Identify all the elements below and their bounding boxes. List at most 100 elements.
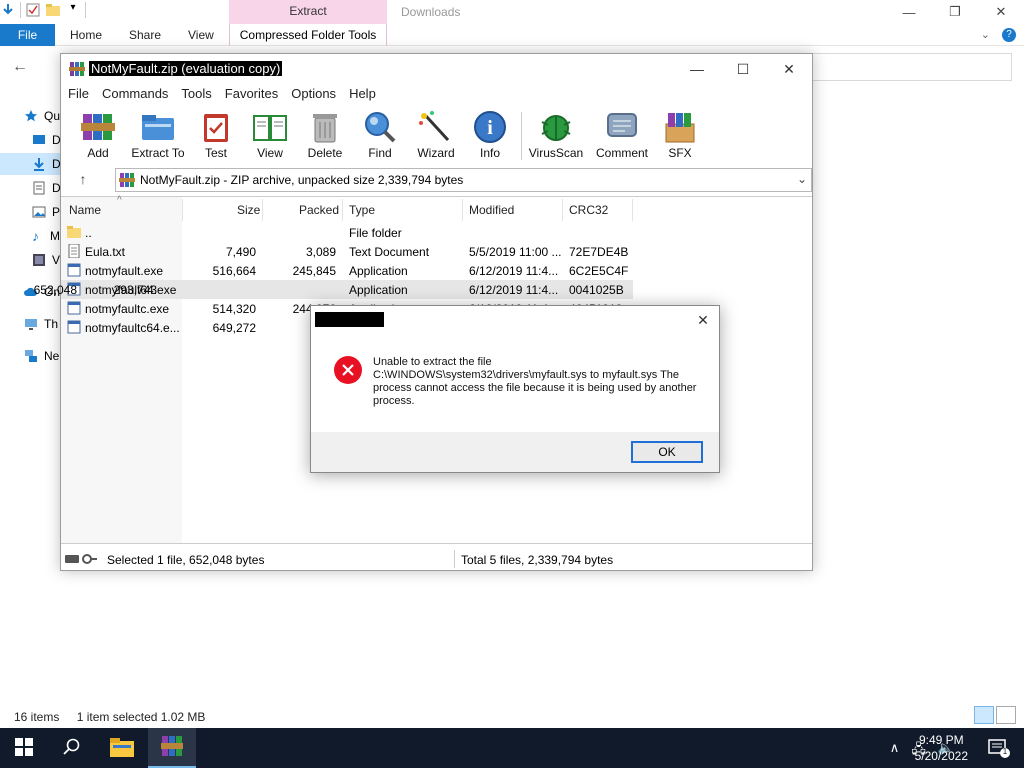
document-icon <box>32 181 46 195</box>
svg-text:i: i <box>487 117 493 139</box>
nav-item-music[interactable]: ♪ M <box>0 225 60 247</box>
file-explorer-icon <box>110 737 134 760</box>
table-row[interactable]: .. File folder <box>61 223 812 242</box>
menu-file[interactable]: File <box>61 84 95 104</box>
table-row[interactable]: notmyfault64.exe 652,048 293,743 Applicatio… <box>34 280 633 299</box>
find-button[interactable]: Find <box>351 106 409 164</box>
column-header-crc32[interactable]: CRC32 <box>569 203 608 217</box>
info-button[interactable]: i Info <box>461 106 519 164</box>
menu-favorites[interactable]: Favorites <box>218 84 284 104</box>
quick-access-toolbar: ▾ <box>0 2 86 18</box>
nav-item-quick-access[interactable]: Qu <box>0 105 60 127</box>
maximize-icon[interactable]: ☐ <box>720 54 766 84</box>
magnifier-icon <box>362 110 398 144</box>
chevron-down-icon[interactable]: ⌄ <box>797 172 807 186</box>
dialog-title-redacted <box>315 312 384 327</box>
nav-item-videos[interactable]: V <box>0 249 60 271</box>
extract-to-button[interactable]: Extract To <box>129 106 187 164</box>
column-header-size[interactable]: Size <box>237 203 260 217</box>
winrar-archive-icon <box>119 172 135 188</box>
expand-ribbon-icon[interactable]: ⌄ <box>981 28 990 42</box>
column-header-packed[interactable]: Packed <box>299 203 339 217</box>
tab-view[interactable]: View <box>188 28 214 42</box>
properties-icon[interactable] <box>25 2 41 18</box>
star-icon <box>24 109 38 123</box>
tab-share[interactable]: Share <box>129 28 161 42</box>
menu-options[interactable]: Options <box>284 84 342 104</box>
menu-commands[interactable]: Commands <box>95 84 174 104</box>
help-icon[interactable]: ? <box>1002 28 1016 42</box>
details-view-icon[interactable] <box>974 706 994 724</box>
file-modified: 6/12/2019 11:4... <box>469 283 559 297</box>
taskbar-winrar[interactable] <box>148 728 196 768</box>
menu-tools[interactable]: Tools <box>174 84 217 104</box>
close-icon[interactable]: ✕ <box>978 0 1024 24</box>
customize-dropdown-icon[interactable]: ▾ <box>65 2 81 18</box>
notification-count: 1 <box>1002 747 1008 756</box>
total-status: Total 5 files, 2,339,794 bytes <box>461 553 614 567</box>
column-header-type[interactable]: Type <box>349 203 375 217</box>
column-header-modified[interactable]: Modified <box>469 203 514 217</box>
close-icon[interactable]: ✕ <box>766 54 812 84</box>
nav-item-network[interactable]: Ne <box>0 345 60 367</box>
nav-item-documents[interactable]: D <box>0 177 61 199</box>
maximize-icon[interactable]: ❐ <box>932 0 978 24</box>
exe-file-icon <box>67 301 81 315</box>
search-button[interactable] <box>48 728 96 768</box>
virusscan-button[interactable]: VirusScan <box>527 106 585 164</box>
taskbar-clock[interactable]: 9:49 PM 5/20/2022 <box>915 732 968 764</box>
taskbar-file-explorer[interactable] <box>98 728 146 768</box>
nav-item-this-pc[interactable]: Th <box>0 313 60 335</box>
tab-home[interactable]: Home <box>70 28 102 42</box>
archive-path-text: NotMyFault.zip - ZIP archive, unpacked s… <box>140 173 464 187</box>
computer-icon <box>24 317 38 331</box>
file-modified: 6/12/2019 11:4... <box>469 264 559 278</box>
start-button[interactable] <box>0 728 48 768</box>
back-arrow-icon[interactable]: ← <box>12 58 28 76</box>
nav-item-desktop[interactable]: D <box>0 129 61 151</box>
file-list-header: Name ^ Size Packed Type Modified CRC32 <box>61 195 812 223</box>
table-row[interactable]: Eula.txt 7,490 3,089 Text Document 5/5/2019 … <box>61 242 812 261</box>
minimize-icon[interactable]: — <box>674 54 720 84</box>
tab-compressed-folder-tools[interactable]: Compressed Folder Tools <box>229 24 387 46</box>
notification-center-button[interactable]: 1 <box>988 738 1010 758</box>
network-icon <box>24 349 38 363</box>
up-arrow-icon[interactable]: ↑ <box>71 171 95 189</box>
tab-file[interactable]: File <box>0 24 55 46</box>
file-type: Application <box>349 283 408 297</box>
large-icons-view-icon[interactable] <box>996 706 1016 724</box>
dialog-footer: OK <box>311 432 719 472</box>
navigation-pane: Qu D D D P ♪ M V On Th Ne <box>0 100 61 700</box>
view-button[interactable]: View <box>241 106 299 164</box>
new-folder-icon[interactable] <box>45 2 61 18</box>
ok-button[interactable]: OK <box>631 441 703 463</box>
winrar-title-bar: NotMyFault.zip (evaluation copy) — ☐ ✕ <box>61 54 812 84</box>
nav-item-pictures[interactable]: P <box>0 201 60 223</box>
winrar-menu-bar: File Commands Tools Favorites Options He… <box>61 84 812 104</box>
file-type: Application <box>349 264 408 278</box>
close-icon[interactable]: ✕ <box>687 306 719 334</box>
sfx-button[interactable]: SFX <box>651 106 709 164</box>
comment-button[interactable]: Comment <box>591 106 653 164</box>
file-name: notmyfault.exe <box>85 264 164 278</box>
file-size: 652,048 <box>33 283 77 297</box>
chevron-up-icon[interactable]: ∧ <box>890 740 900 762</box>
delete-button[interactable]: Delete <box>296 106 354 164</box>
table-row[interactable]: notmyfault.exe 516,664 245,845 Application 6… <box>61 261 812 280</box>
archive-path-dropdown[interactable]: NotMyFault.zip - ZIP archive, unpacked s… <box>115 168 812 192</box>
nav-item-downloads[interactable]: D <box>0 153 61 175</box>
column-header-name[interactable]: Name <box>69 203 101 217</box>
add-button[interactable]: Add <box>69 106 127 164</box>
minimize-icon[interactable]: — <box>886 0 932 24</box>
exe-file-icon <box>67 320 81 334</box>
menu-help[interactable]: Help <box>342 84 382 104</box>
down-arrow-icon[interactable] <box>0 2 16 18</box>
taskbar: ∧ 🖧 🔈 9:49 PM 5/20/2022 1 <box>0 728 1024 768</box>
text-file-icon <box>67 243 81 259</box>
wizard-button[interactable]: Wizard <box>407 106 465 164</box>
error-icon <box>333 355 363 385</box>
test-button[interactable]: Test <box>187 106 245 164</box>
search-box[interactable] <box>800 53 1012 81</box>
file-size: 514,320 <box>212 302 256 316</box>
open-book-icon <box>252 110 288 144</box>
